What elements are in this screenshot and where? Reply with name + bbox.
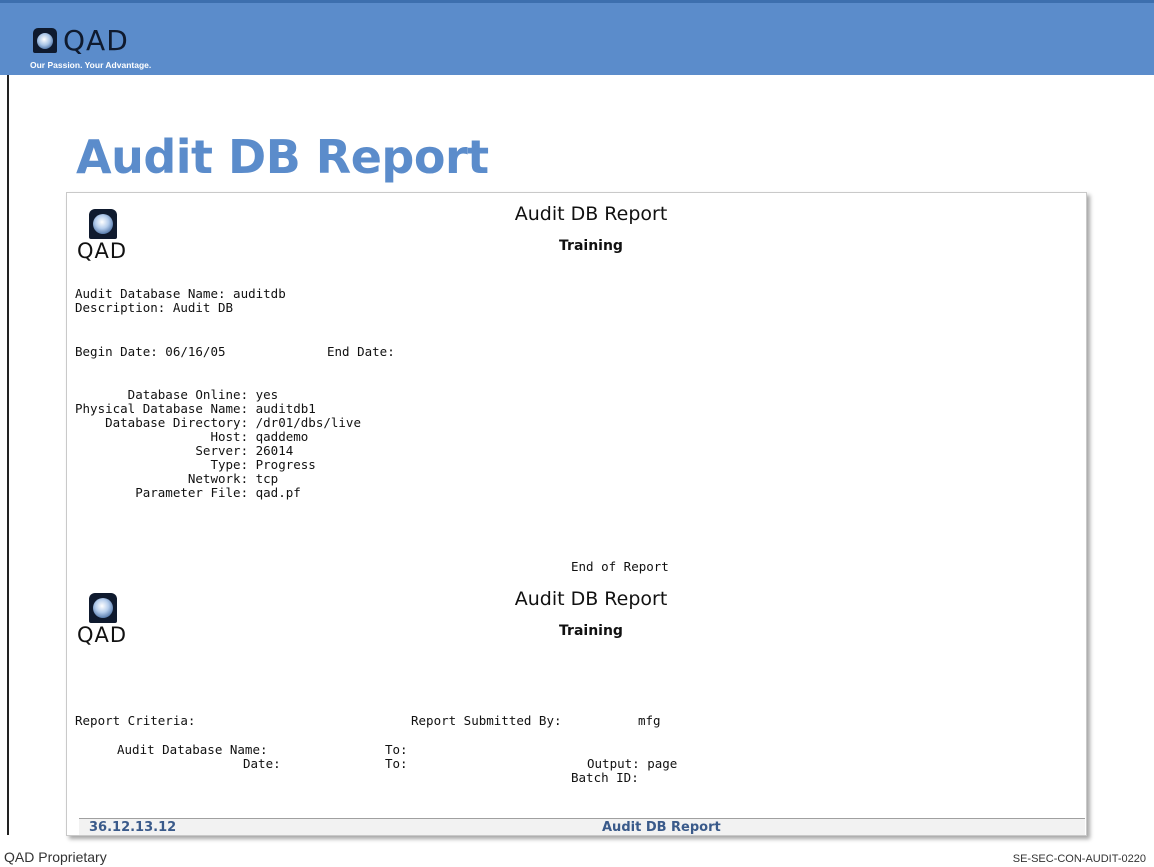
end-of-report: End of Report <box>571 559 669 574</box>
report-subtitle: Training <box>559 623 623 639</box>
slide-code: SE-SEC-CON-AUDIT-0220 <box>1012 853 1146 865</box>
detail-line: Physical Database Name: auditdb1 <box>75 401 316 416</box>
output-line: Output: page <box>587 756 678 771</box>
submitted-by-label: Report Submitted By: <box>411 713 562 728</box>
slide-title: Audit DB Report <box>76 130 489 184</box>
description: Description: Audit DB <box>75 300 234 315</box>
qad-logo-icon <box>33 28 57 53</box>
detail-line: Host: qaddemo <box>75 429 309 444</box>
to-label: To: <box>385 742 408 757</box>
detail-line: Database Directory: /dr01/dbs/live <box>75 415 361 430</box>
detail-line: Server: 26014 <box>75 443 294 458</box>
report-title: Audit DB Report <box>514 588 668 610</box>
report-criteria-label: Report Criteria: <box>75 713 196 728</box>
to-label: To: <box>385 756 408 771</box>
audit-db-name-label: Audit Database Name: <box>117 742 268 757</box>
left-divider <box>7 75 9 835</box>
detail-line: Parameter File: qad.pf <box>75 485 301 500</box>
detail-line: Type: Progress <box>75 457 316 472</box>
report-logo-2: QAD <box>77 593 127 651</box>
brand-tagline: Our Passion. Your Advantage. <box>30 60 152 70</box>
report-title: Audit DB Report <box>514 203 668 225</box>
brand-name: QAD <box>63 24 129 57</box>
report-footer-title: Audit DB Report <box>602 820 721 835</box>
audit-db-name: Audit Database Name: auditdb <box>75 286 286 301</box>
proprietary-label: QAD Proprietary <box>4 849 107 865</box>
submitted-by-value: mfg <box>638 713 661 728</box>
report-footer-version: 36.12.13.12 <box>89 820 177 835</box>
report-subtitle: Training <box>559 238 623 254</box>
qad-logo-icon <box>89 593 117 623</box>
database-details: Database Online: yes Physical Database N… <box>75 388 361 500</box>
report-logo-text: QAD <box>77 239 128 263</box>
qad-logo-icon <box>89 209 117 239</box>
detail-line: Network: tcp <box>75 471 279 486</box>
detail-line: Database Online: yes <box>75 387 279 402</box>
report-logo-1: QAD <box>77 209 127 267</box>
report-screenshot: QAD Audit DB Report Training Audit Datab… <box>66 192 1087 836</box>
report-logo-text: QAD <box>77 623 128 647</box>
date-label: Date: <box>243 756 281 771</box>
end-date: End Date: <box>327 344 395 359</box>
header-band: QAD Our Passion. Your Advantage. <box>0 0 1154 75</box>
slide: QAD Our Passion. Your Advantage. Audit D… <box>0 0 1154 867</box>
begin-date: Begin Date: 06/16/05 <box>75 344 226 359</box>
qad-brand-logo: QAD Our Passion. Your Advantage. <box>30 24 230 71</box>
report-footer-bar: 36.12.13.12 Audit DB Report <box>79 818 1085 835</box>
batch-id-line: Batch ID: <box>571 770 639 785</box>
